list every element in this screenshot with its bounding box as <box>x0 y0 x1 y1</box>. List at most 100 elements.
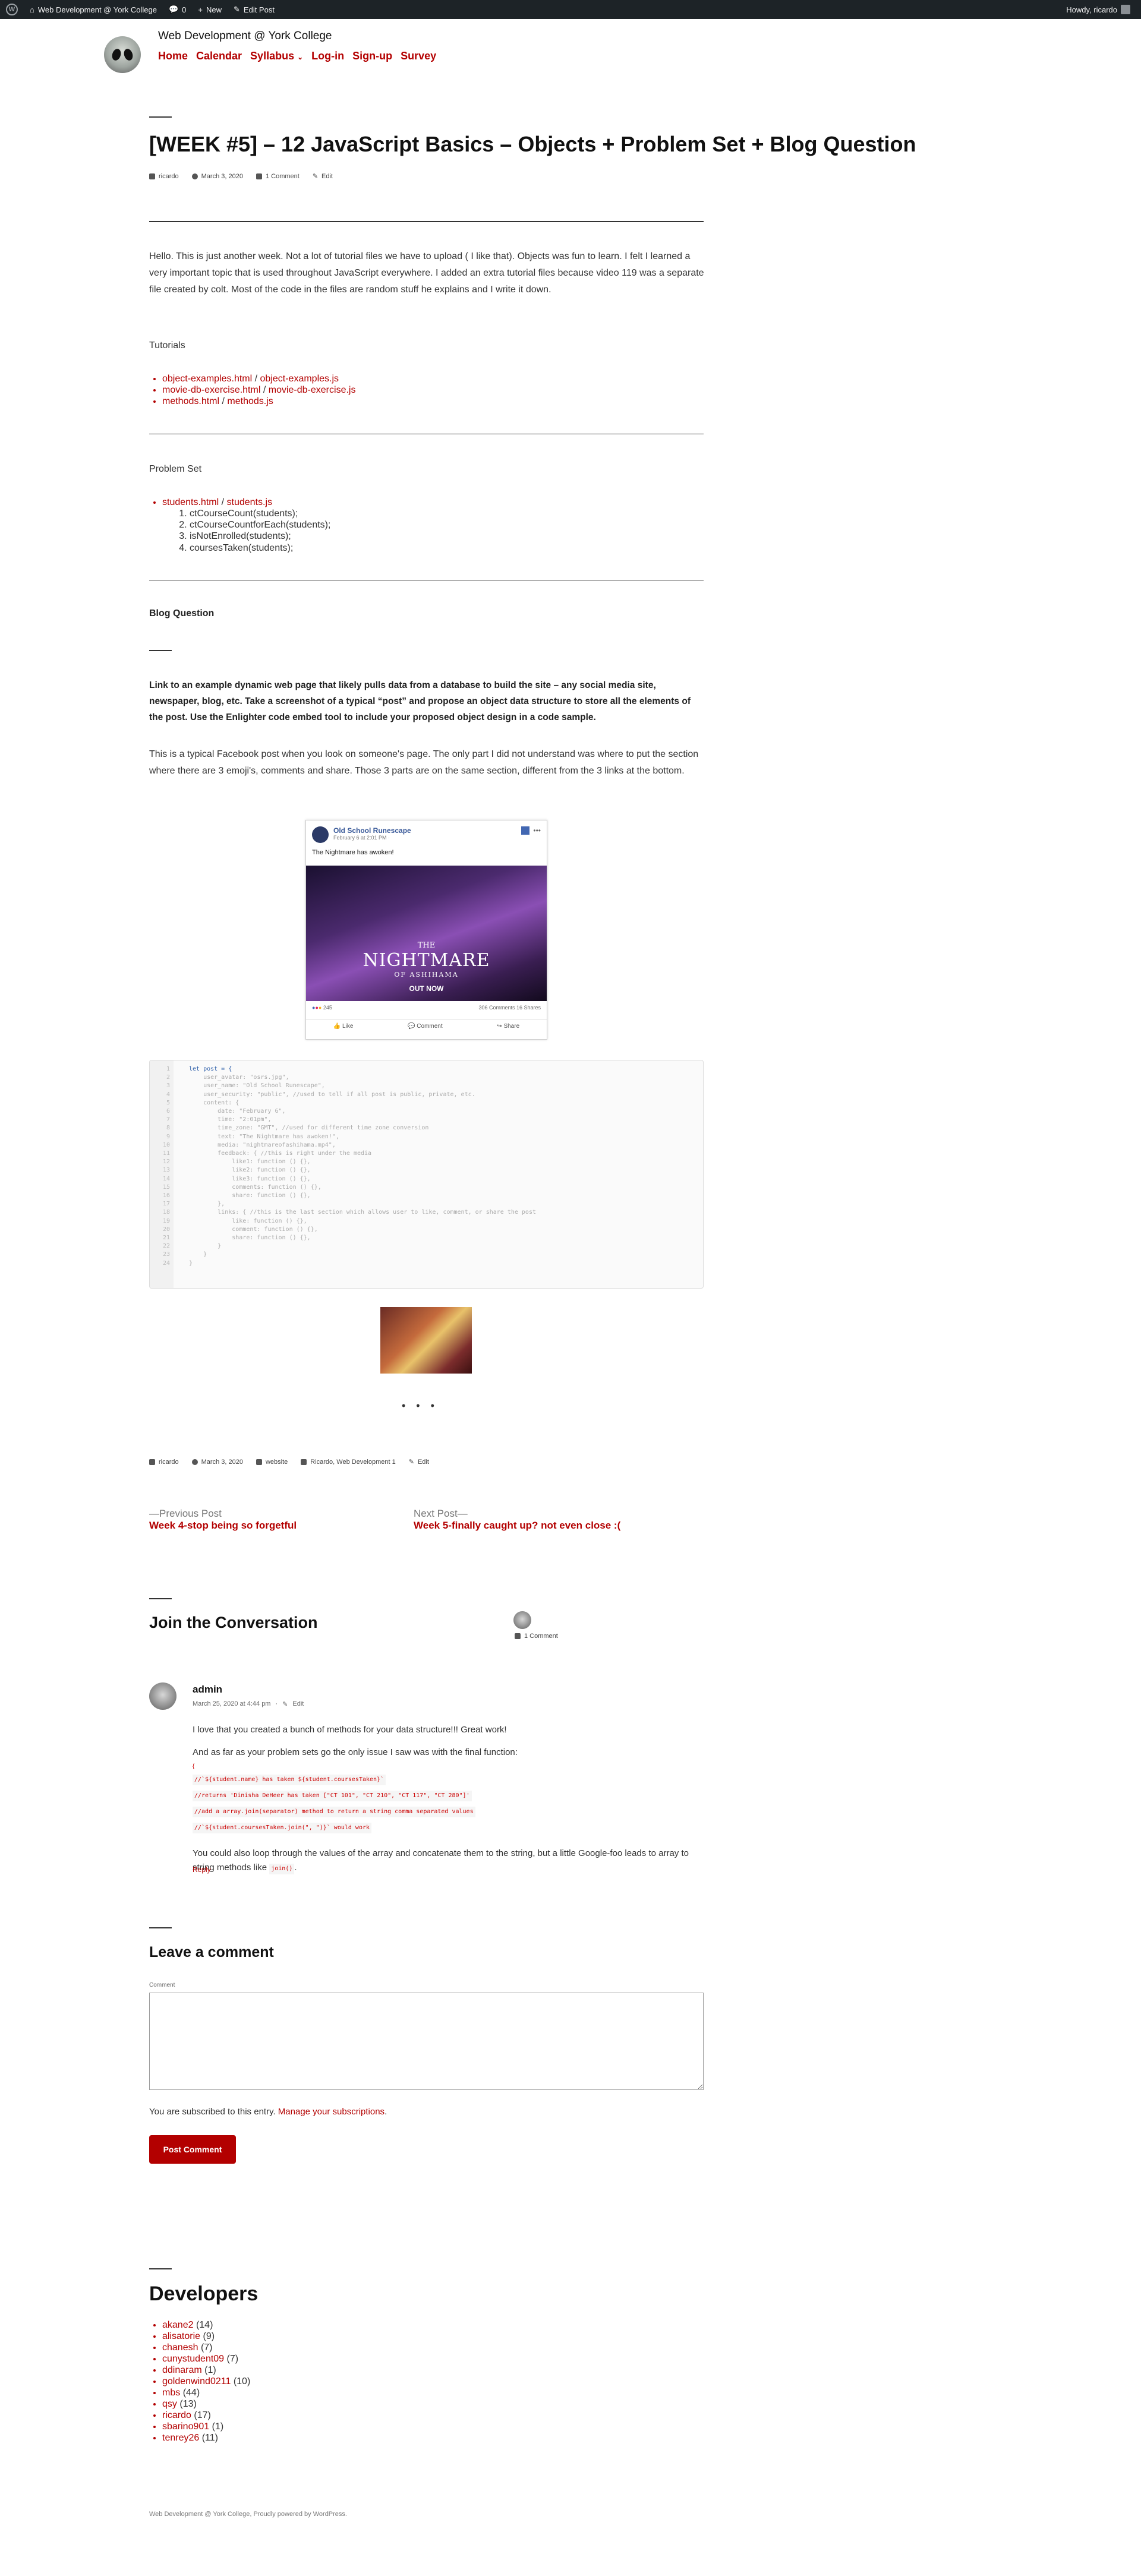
comment-icon <box>256 173 262 179</box>
comment-textarea[interactable] <box>149 1993 704 2090</box>
wordpress-menu[interactable]: W <box>0 0 24 19</box>
tutorial-link[interactable]: movie-db-exercise.html <box>162 385 260 395</box>
comment-paragraph: And as far as your problem sets go the o… <box>193 1747 518 1757</box>
admin-bar: W ⌂ Web Development @ York College 💬 0 + Ne… <box>0 0 1141 19</box>
list-item: ctCourseCount(students); <box>190 508 330 519</box>
comment-body: I love that you created a bunch of metho… <box>193 1723 704 1877</box>
problem-file-link[interactable]: students.js <box>227 497 272 507</box>
comment-code-line: //add a array.join(separator) method to … <box>193 1807 475 1817</box>
developer-item: ricardo (17) <box>162 2410 250 2421</box>
footer-tags[interactable]: Ricardo, Web Development 1 <box>310 1459 395 1466</box>
developer-post-count: (14) <box>196 2320 213 2330</box>
post-comment-button[interactable]: Post Comment <box>149 2135 236 2164</box>
problem-file-link[interactable]: students.html <box>162 497 219 507</box>
developer-link[interactable]: alisatorie <box>162 2331 200 2341</box>
list-item: methods.html / methods.js <box>162 396 355 407</box>
site-logo[interactable] <box>104 36 141 73</box>
wow-reaction-icon: ● <box>318 1005 322 1011</box>
pencil-icon: ✎ <box>408 1459 414 1466</box>
facebook-post-screenshot: Old School Runescape February 6 at 2:01 … <box>305 820 547 1040</box>
post-footer-meta: ricardo March 3, 2020 website Ricardo, W… <box>149 1458 429 1466</box>
developer-link[interactable]: sbarino901 <box>162 2422 209 2432</box>
tutorials-heading: Tutorials <box>149 340 185 351</box>
plus-icon: + <box>198 5 203 14</box>
nav-syllabus[interactable]: Syllabus ⌄ <box>250 50 303 62</box>
nav-calendar[interactable]: Calendar <box>196 50 242 62</box>
developer-link[interactable]: ddinaram <box>162 2365 202 2375</box>
nav-log-in[interactable]: Log-in <box>311 50 344 62</box>
comment-count[interactable]: 1 Comment <box>515 1633 558 1640</box>
site-footer: Web Development @ York College, Proudly … <box>149 2511 347 2518</box>
admin-bar-edit-post[interactable]: ✎ Edit Post <box>228 0 280 19</box>
developer-link[interactable]: mbs <box>162 2388 180 2398</box>
comment-edit-link[interactable]: Edit <box>292 1700 304 1708</box>
divider <box>149 1598 172 1599</box>
fb-badge-icon <box>521 826 530 835</box>
fb-page-name: Old School Runescape <box>333 826 411 835</box>
post-title: [WEEK #5] – 12 JavaScript Basics – Objec… <box>149 132 916 156</box>
footer-edit[interactable]: Edit <box>418 1459 429 1466</box>
tutorial-link[interactable]: movie-db-exercise.js <box>269 385 356 395</box>
alien-eye-right-icon <box>122 48 134 62</box>
comment-date[interactable]: March 25, 2020 at 4:44 pm <box>193 1700 270 1708</box>
developer-item: qsy (13) <box>162 2398 250 2410</box>
reaction-gif-image <box>380 1307 472 1374</box>
thumbs-up-icon: 👍 <box>333 1023 341 1030</box>
nav-sign-up[interactable]: Sign-up <box>352 50 392 62</box>
developer-link[interactable]: tenrey26 <box>162 2433 199 2443</box>
inline-code: join() <box>269 1864 295 1874</box>
developer-link[interactable]: ricardo <box>162 2410 191 2420</box>
developer-post-count: (7) <box>200 2343 213 2353</box>
separator <box>149 221 704 222</box>
tutorial-link[interactable]: object-examples.js <box>260 374 339 384</box>
comment-icon: 💬 <box>408 1023 415 1030</box>
footer-category[interactable]: website <box>266 1459 288 1466</box>
tutorial-link[interactable]: object-examples.html <box>162 374 252 384</box>
footer-author[interactable]: ricardo <box>159 1459 179 1466</box>
site-title[interactable]: Web Development @ York College <box>158 30 332 43</box>
admin-bar-account[interactable]: Howdy, ricardo <box>1060 0 1136 19</box>
divider <box>149 1927 172 1928</box>
fb-reactions: ●●● 245 <box>312 1005 332 1011</box>
developer-post-count: (11) <box>201 2433 218 2443</box>
reply-link[interactable]: Reply <box>193 1865 211 1874</box>
comment-code-line: //`${student.coursesTaken.join(", ")}` w… <box>193 1823 372 1833</box>
problem-files-list: students.html / students.js <box>162 497 272 508</box>
tutorial-link[interactable]: methods.js <box>227 396 273 406</box>
chevron-down-icon: ⌄ <box>297 53 304 61</box>
fb-share-button: ↪ Share <box>497 1023 520 1030</box>
fb-post-image: THE NIGHTMARE OF ASHIHAMA OUT NOW <box>306 866 547 1001</box>
nav-home[interactable]: Home <box>158 50 188 62</box>
footer-date[interactable]: March 3, 2020 <box>201 1459 243 1466</box>
tag-icon <box>301 1459 307 1465</box>
developer-link[interactable]: cunystudent09 <box>162 2354 224 2364</box>
developer-post-count: (44) <box>182 2388 200 2398</box>
post-meta: ricardo March 3, 2020 1 Comment ✎ Edit <box>149 172 333 180</box>
admin-bar-comments[interactable]: 💬 0 <box>163 0 192 19</box>
next-post-nav[interactable]: Next Post— Week 5-finally caught up? not… <box>414 1508 620 1532</box>
admin-bar-site[interactable]: ⌂ Web Development @ York College <box>24 0 163 19</box>
comment-code-line: //returns 'Dinisha DeHeer has taken ["CT… <box>193 1791 472 1801</box>
nav-survey[interactable]: Survey <box>401 50 436 62</box>
tutorial-link[interactable]: methods.html <box>162 396 219 406</box>
fb-post-text: The Nightmare has awoken! <box>312 849 394 856</box>
developer-link[interactable]: akane2 <box>162 2320 194 2330</box>
previous-post-nav[interactable]: —Previous Post Week 4-stop being so forg… <box>149 1508 297 1532</box>
developer-post-count: (7) <box>226 2354 239 2364</box>
post-edit-link[interactable]: Edit <box>322 173 333 180</box>
developers-heading: Developers <box>149 2283 259 2305</box>
user-avatar-icon <box>1121 5 1130 14</box>
admin-bar-new[interactable]: + New <box>192 0 228 19</box>
code-embed[interactable]: 1 2 3 4 5 6 7 8 9 10 11 12 13 14 15 16 1… <box>149 1060 704 1289</box>
post-author[interactable]: ricardo <box>159 173 179 180</box>
developer-item: chanesh (7) <box>162 2342 250 2353</box>
list-item: isNotEnrolled(students); <box>190 531 330 542</box>
manage-subscriptions-link[interactable]: Manage your subscriptions <box>278 2107 384 2117</box>
blog-question-text: Link to an example dynamic web page that… <box>149 680 691 723</box>
post-comments-link[interactable]: 1 Comment <box>266 173 300 180</box>
developer-link[interactable]: chanesh <box>162 2343 198 2353</box>
post-date[interactable]: March 3, 2020 <box>201 173 243 180</box>
developer-link[interactable]: qsy <box>162 2399 177 2409</box>
developer-link[interactable]: goldenwind0211 <box>162 2376 231 2386</box>
fb-comment-button: 💬 Comment <box>408 1023 443 1030</box>
